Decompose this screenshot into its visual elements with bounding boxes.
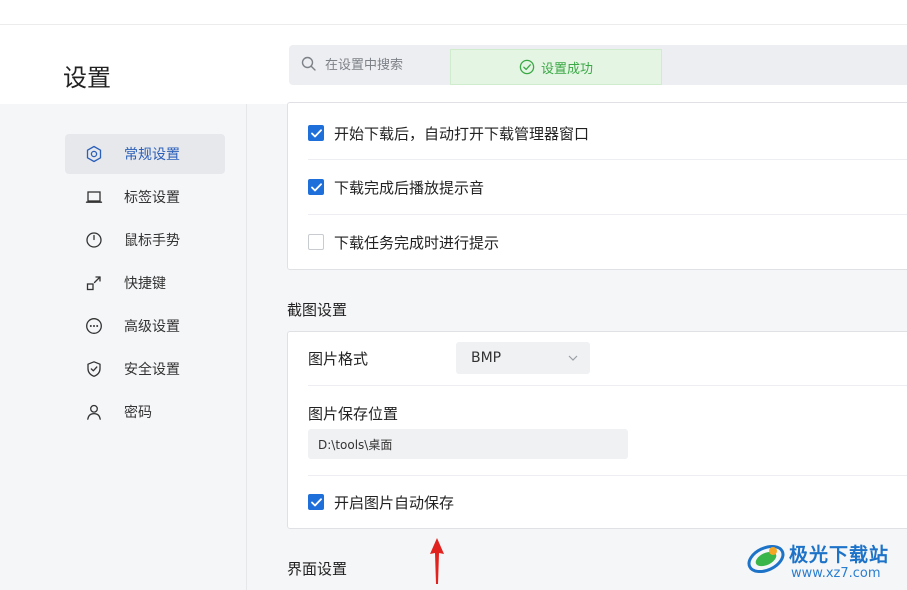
sidebar-item-security[interactable]: 安全设置 [65,349,225,389]
sidebar-item-label: 高级设置 [124,319,180,335]
save-location-input[interactable]: D:\tools\桌面 [308,429,628,459]
checkmark-icon [310,128,322,137]
watermark-logo-icon [747,544,785,574]
download-option-label: 开始下载后，自动打开下载管理器窗口 [334,124,590,143]
download-settings-card: 开始下载后，自动打开下载管理器窗口 下载完成后播放提示音 下载任务完成时进行提示 [287,102,907,270]
checkmark-icon [310,182,322,191]
success-toast: 设置成功 [450,49,662,85]
watermark-name: 极光下载站 [789,544,890,566]
toast-text: 设置成功 [540,61,593,77]
sidebar-item-label: 鼠标手势 [124,233,180,249]
sidebar-item-label: 常规设置 [124,147,180,163]
more-circle-icon [84,316,104,336]
sidebar-item-label: 快捷键 [124,276,166,292]
sidebar-item-shortcuts[interactable]: 快捷键 [65,263,225,303]
check-circle-icon [519,59,535,75]
chevron-down-icon [568,355,578,361]
section-title-interface: 界面设置 [287,560,348,578]
watermark-url: www.xz7.com [791,566,881,581]
download-option-row: 开始下载后，自动打开下载管理器窗口 [308,107,907,160]
sidebar: 常规设置 标签设置 鼠标手势 快捷键 高级设置 安全设置 密码 [0,104,247,590]
section-title-screenshot: 截图设置 [287,301,348,319]
format-row: 图片格式 BMP [308,332,907,386]
user-icon [84,402,104,422]
download-option-row: 下载任务完成时进行提示 [308,215,907,269]
settings-content: 开始下载后，自动打开下载管理器窗口 下载完成后播放提示音 下载任务完成时进行提示… [247,102,907,590]
shortcut-arrow-icon [84,273,104,293]
save-location-value: D:\tools\桌面 [318,437,393,452]
download-option-row: 下载完成后播放提示音 [308,160,907,215]
page-title: 设置 [63,64,111,92]
mouse-icon [84,230,104,250]
sidebar-item-label: 密码 [124,405,152,421]
checkbox[interactable] [308,125,324,141]
download-option-label: 下载完成后播放提示音 [334,178,485,197]
sidebar-item-label: 标签设置 [124,190,180,206]
sidebar-item-label: 安全设置 [124,362,180,378]
format-label: 图片格式 [308,350,369,368]
checkbox[interactable] [308,494,324,510]
sidebar-item-tabs[interactable]: 标签设置 [65,177,225,217]
sidebar-item-general[interactable]: 常规设置 [65,134,225,174]
annotation-arrow-icon [430,538,444,584]
sidebar-item-password[interactable]: 密码 [65,392,225,432]
sidebar-item-mouse-gestures[interactable]: 鼠标手势 [65,220,225,260]
shield-icon [84,359,104,379]
search-icon [301,56,317,76]
download-option-label: 下载任务完成时进行提示 [334,233,500,252]
save-location-row: 图片保存位置 [308,402,907,424]
screenshot-settings-card: 图片格式 BMP 图片保存位置 D:\tools\桌面 开启图片自动保存 [287,331,907,529]
hexagon-settings-icon [84,144,104,164]
header-divider [0,24,907,25]
auto-save-row: 开启图片自动保存 [308,476,907,528]
format-value: BMP [471,350,502,366]
format-select[interactable]: BMP [456,342,590,374]
watermark: 极光下载站 www.xz7.com [745,536,905,586]
checkmark-icon [310,497,322,506]
auto-save-label: 开启图片自动保存 [334,493,455,512]
checkbox[interactable] [308,234,324,250]
sidebar-item-advanced[interactable]: 高级设置 [65,306,225,346]
save-location-label: 图片保存位置 [308,404,399,423]
checkbox[interactable] [308,179,324,195]
laptop-tab-icon [84,187,104,207]
